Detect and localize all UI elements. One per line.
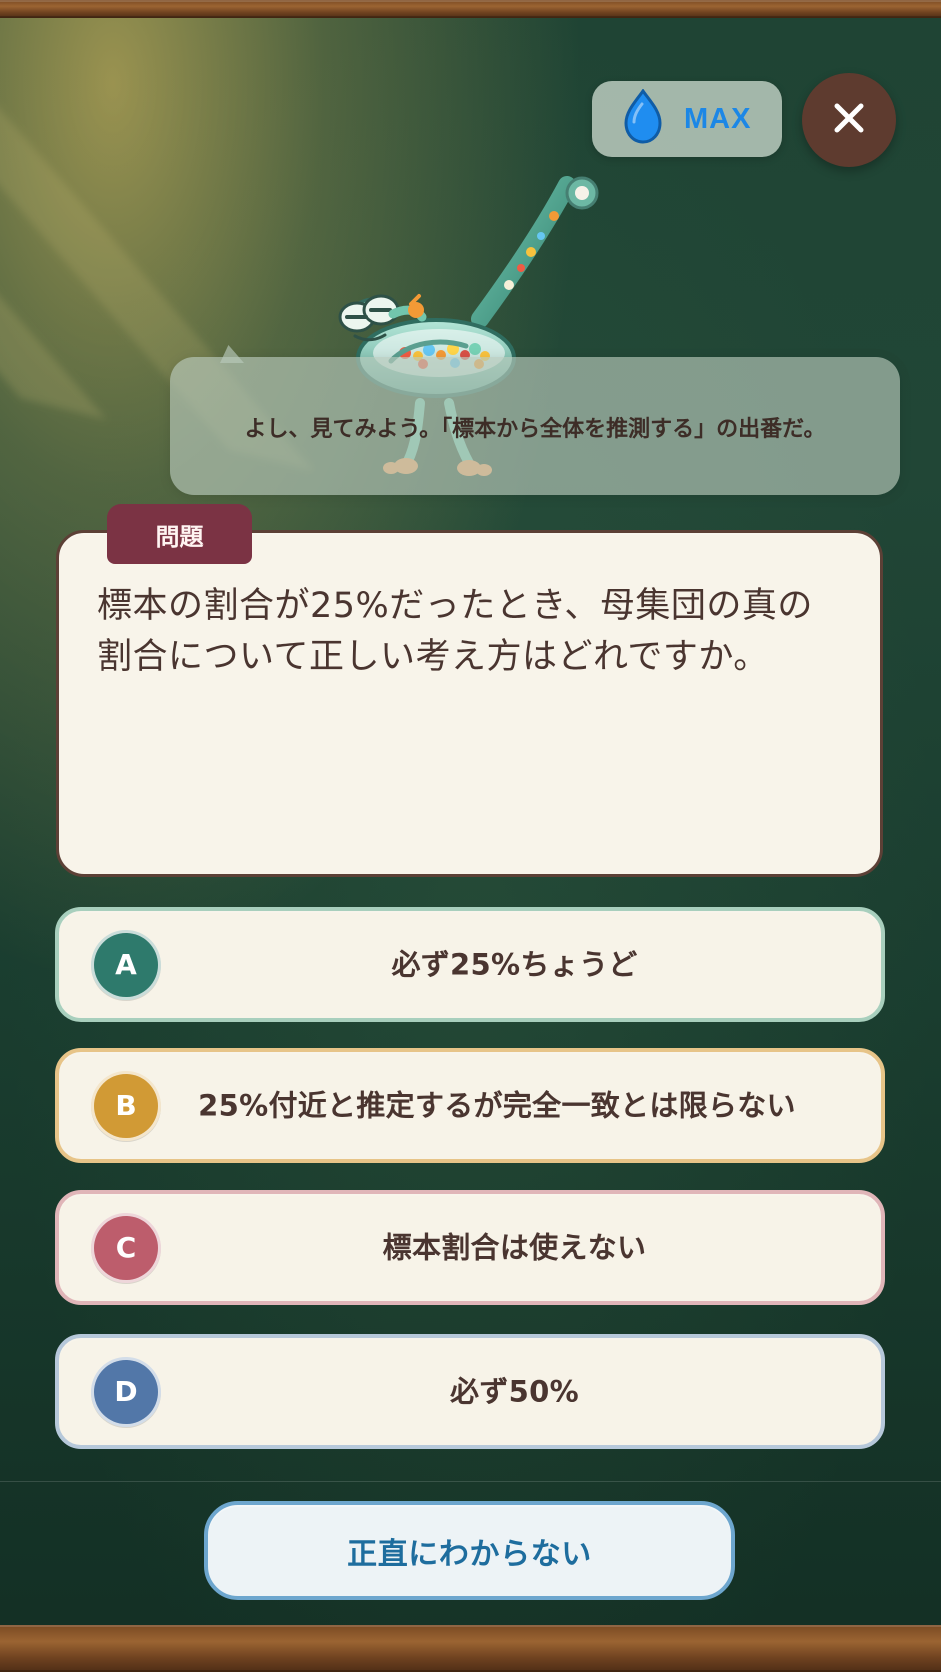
- answer-a-badge: A: [91, 929, 161, 1000]
- close-icon: [829, 98, 869, 142]
- answer-option-c[interactable]: C 標本割合は使えない: [55, 1190, 885, 1305]
- speech-text: よし、見てみよう。「標本から全体を推測する」の出番だ。: [244, 417, 826, 443]
- answer-d-badge: D: [91, 1356, 161, 1427]
- question-text: 標本の割合が25%だったとき、母集団の真の割合について正しい考え方はどれですか。: [97, 586, 813, 677]
- answer-b-badge: B: [91, 1070, 161, 1141]
- close-button[interactable]: [802, 73, 896, 167]
- chalkboard-bottom-frame: [0, 1625, 941, 1672]
- answer-option-a[interactable]: A 必ず25%ちょうど: [55, 907, 885, 1022]
- answer-c-badge: C: [91, 1212, 161, 1283]
- answer-option-b[interactable]: B 25%付近と推定するが完全一致とは限らない: [55, 1048, 885, 1163]
- quiz-screen: MAX よし、見てみよう。「標本から全体を推測する」の出番だ。 問題 標本の割合…: [0, 0, 941, 1672]
- water-drop-icon: [618, 88, 668, 149]
- unsure-button[interactable]: 正直にわからない: [204, 1501, 735, 1600]
- answer-a-text: 必ず25%ちょうど: [391, 946, 638, 981]
- question-tag: 問題: [107, 504, 252, 564]
- top-bar: MAX: [0, 73, 941, 176]
- answer-b-text: 25%付近と推定するが完全一致とは限らない: [198, 1087, 796, 1122]
- water-level-indicator: MAX: [592, 81, 782, 157]
- footer-divider: [0, 1481, 941, 1482]
- answer-d-text: 必ず50%: [450, 1373, 579, 1408]
- answer-option-d[interactable]: D 必ず50%: [55, 1334, 885, 1449]
- speech-bubble: よし、見てみよう。「標本から全体を推測する」の出番だ。: [170, 357, 900, 495]
- water-level-label: MAX: [684, 102, 752, 135]
- answer-c-text: 標本割合は使えない: [382, 1229, 647, 1264]
- chalkboard-top-frame: [0, 0, 941, 18]
- question-card: 標本の割合が25%だったとき、母集団の真の割合について正しい考え方はどれですか。: [56, 530, 883, 877]
